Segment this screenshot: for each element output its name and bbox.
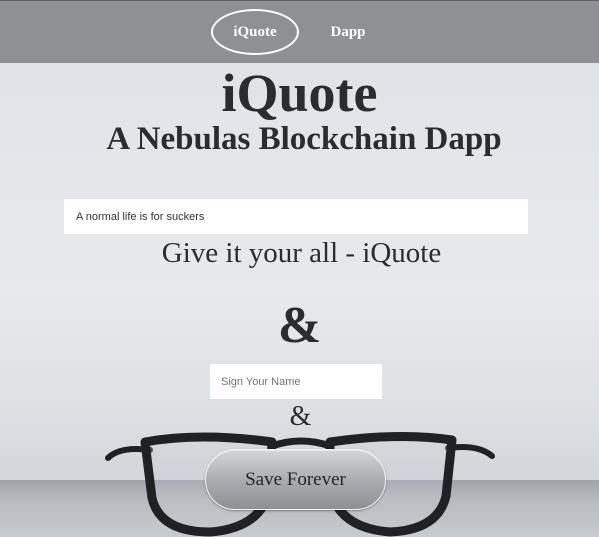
- name-input[interactable]: [210, 364, 382, 399]
- nav-item-iquote[interactable]: iQuote: [211, 9, 299, 55]
- save-forever-button[interactable]: Save Forever: [205, 449, 386, 510]
- ampersand-large: &: [277, 297, 322, 354]
- page-subtitle: A Nebulas Blockchain Dapp: [106, 121, 502, 157]
- nav-item-dapp[interactable]: Dapp: [318, 9, 378, 55]
- top-nav-bar: iQuote Dapp: [0, 0, 599, 63]
- quote-input[interactable]: [64, 199, 528, 234]
- ampersand-small: &: [289, 401, 312, 432]
- page-title: iQuote: [221, 63, 378, 123]
- quote-preview-text: Give it your all - iQuote: [161, 237, 442, 269]
